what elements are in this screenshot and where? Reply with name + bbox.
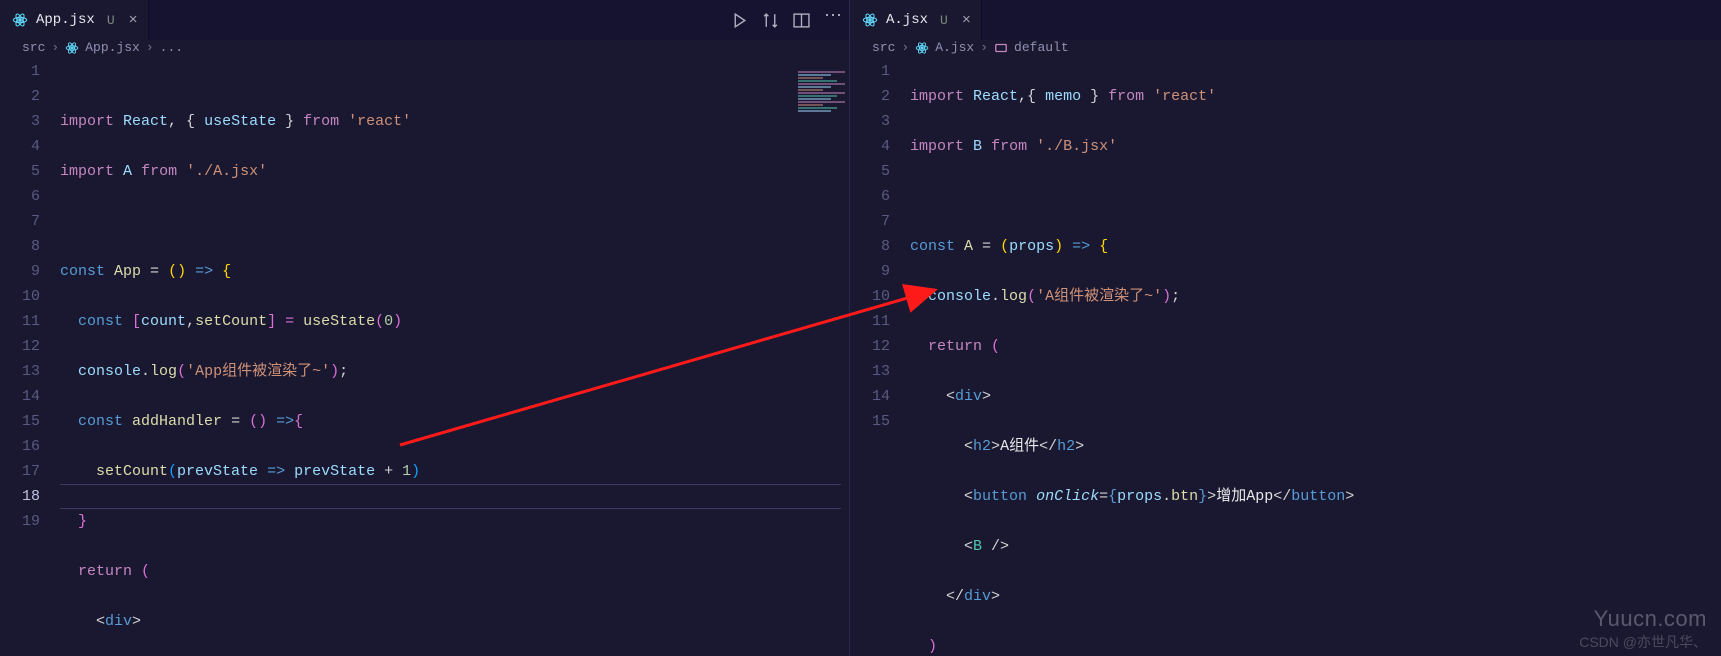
credit: CSDN @亦世凡华、: [1579, 632, 1707, 652]
bc-root: src: [872, 40, 895, 55]
bc-file: App.jsx: [85, 40, 140, 55]
tab-label: App.jsx: [36, 12, 95, 28]
close-icon[interactable]: ×: [962, 12, 971, 29]
react-icon: [915, 41, 929, 55]
watermark: Yuucn.com: [1594, 606, 1707, 632]
chevron-icon: ›: [146, 40, 154, 55]
symbol-icon: [994, 41, 1008, 55]
bc-file: A.jsx: [935, 40, 974, 55]
tab-actions: ⋯: [731, 12, 841, 29]
bc-more: ...: [160, 40, 183, 55]
close-icon[interactable]: ×: [129, 12, 138, 29]
tab-a-jsx[interactable]: A.jsx U ×: [850, 0, 982, 40]
minimap[interactable]: [794, 70, 849, 140]
compare-icon[interactable]: [762, 12, 779, 29]
code-area-left[interactable]: import React, { useState } from 'react' …: [60, 55, 849, 656]
tab-bar-left: App.jsx U × ⋯: [0, 0, 849, 40]
code-area-right[interactable]: import React,{ memo } from 'react' impor…: [910, 55, 1721, 656]
tab-bar-right: A.jsx U ×: [850, 0, 1721, 40]
breadcrumb-right[interactable]: src › A.jsx › default: [850, 40, 1721, 55]
bc-symbol: default: [1014, 40, 1069, 55]
breadcrumb-left[interactable]: src › App.jsx › ...: [0, 40, 849, 55]
editor-pane-left: App.jsx U × ⋯ src › App.jsx › ... 123456…: [0, 0, 850, 656]
editor-pane-right: A.jsx U × src › A.jsx › default 12345678…: [850, 0, 1721, 656]
react-icon: [65, 41, 79, 55]
tab-label: A.jsx: [886, 12, 928, 28]
chevron-icon: ›: [51, 40, 59, 55]
chevron-icon: ›: [980, 40, 988, 55]
line-gutter: 12345678910111213141516171819: [0, 55, 60, 656]
line-gutter: 123456789101112131415: [850, 55, 910, 656]
react-icon: [862, 12, 878, 28]
react-icon: [12, 12, 28, 28]
editor-body-left[interactable]: 12345678910111213141516171819 import Rea…: [0, 55, 849, 656]
active-line: [60, 484, 841, 509]
tab-app-jsx[interactable]: App.jsx U ×: [0, 0, 149, 40]
bc-root: src: [22, 40, 45, 55]
tab-status: U: [107, 13, 115, 28]
chevron-icon: ›: [901, 40, 909, 55]
run-icon[interactable]: [731, 12, 748, 29]
split-editor-icon[interactable]: [793, 12, 810, 29]
more-icon[interactable]: ⋯: [824, 12, 841, 29]
editor-split-view: App.jsx U × ⋯ src › App.jsx › ... 123456…: [0, 0, 1721, 656]
tab-status: U: [940, 13, 948, 28]
editor-body-right[interactable]: 123456789101112131415 import React,{ mem…: [850, 55, 1721, 656]
